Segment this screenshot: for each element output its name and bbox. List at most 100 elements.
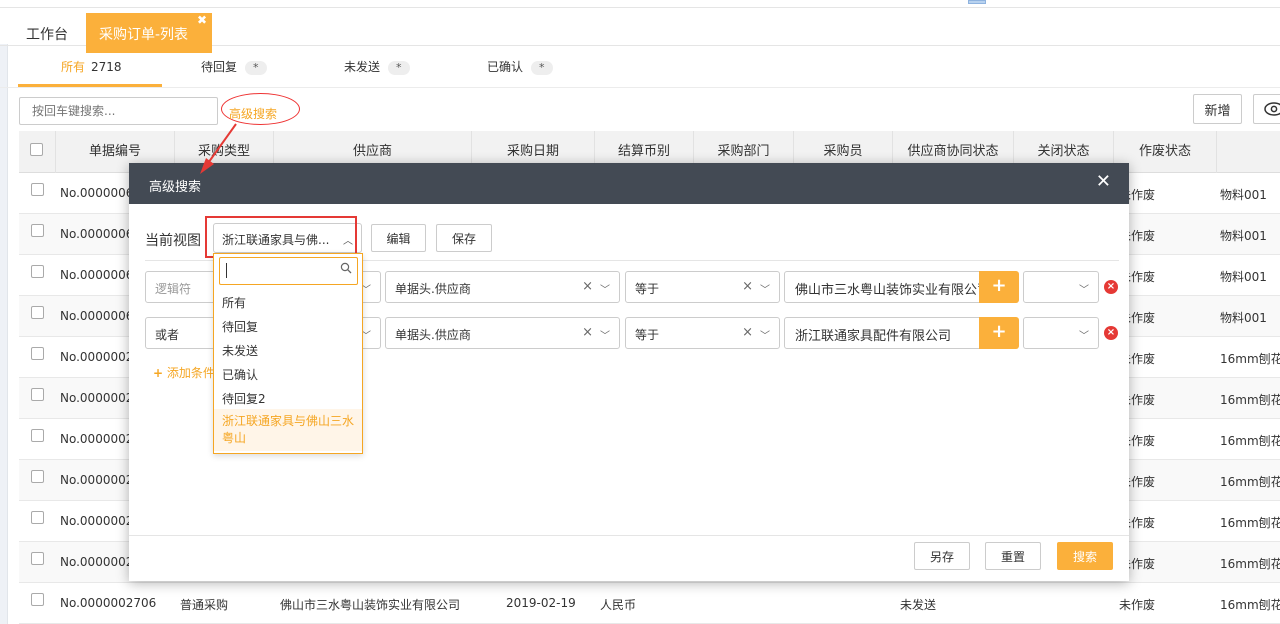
plus-icon[interactable]: + (979, 317, 1019, 349)
header-cell[interactable]: 作废状态 (1114, 131, 1217, 173)
row-checkbox[interactable] (31, 183, 44, 196)
extra-select[interactable]: ﹀ (1023, 271, 1099, 303)
clear-icon[interactable]: × (582, 325, 593, 340)
order-number[interactable]: No.00000061 (60, 268, 130, 282)
row-checkbox[interactable] (31, 224, 44, 237)
row-checkbox[interactable] (31, 511, 44, 524)
operator-select[interactable]: 等于 × ﹀ (625, 317, 780, 349)
operator-value: 等于 (635, 328, 660, 342)
view-toggle-button[interactable] (1253, 94, 1280, 124)
save-button[interactable]: 保存 (436, 224, 492, 252)
row-checkbox[interactable] (31, 388, 44, 401)
save-as-button[interactable]: 另存 (914, 542, 970, 570)
subtab-pending-reply[interactable]: 待回复 * (201, 58, 267, 75)
supplier: 佛山市三水粤山装饰实业有限公司 (280, 598, 461, 612)
material: 16mm刨花板 (1220, 434, 1280, 448)
add-condition-label: 添加条件 (166, 366, 215, 380)
subtab-count: 2718 (91, 60, 122, 74)
modal-title: 高级搜索 (149, 180, 202, 195)
extra-select[interactable]: ﹀ (1023, 317, 1099, 349)
material: 物料001 (1220, 270, 1267, 284)
plus-icon: + (153, 366, 164, 380)
row-checkbox[interactable] (31, 265, 44, 278)
subtab-confirmed[interactable]: 已确认 * (487, 58, 553, 75)
clear-icon[interactable]: × (742, 279, 753, 294)
material: 16mm刨花板 (1220, 393, 1280, 407)
subtab-unsent[interactable]: 未发送 * (344, 58, 410, 75)
left-sidebar-edge (0, 44, 8, 624)
order-number[interactable]: No.00000027 (60, 473, 130, 487)
order-number[interactable]: No.00000027 (60, 432, 130, 446)
subtab-label: 待回复 (201, 60, 238, 74)
chevron-down-icon: ﹀ (1079, 285, 1089, 296)
delete-icon[interactable]: × (1104, 280, 1118, 294)
subtab-label: 未发送 (344, 60, 381, 74)
material: 物料001 (1220, 311, 1267, 325)
add-condition-link[interactable]: + 添加条件 (153, 364, 215, 381)
row-checkbox[interactable] (31, 306, 44, 319)
advanced-search-link[interactable]: 高级搜索 (229, 105, 277, 122)
field-value: 单据头.供应商 (395, 328, 471, 342)
chevron-down-icon: ﹀ (760, 331, 770, 342)
clear-icon[interactable]: × (742, 325, 753, 340)
view-dropdown: 所有 待回复 未发送 已确认 待回复2 浙江联通家具与佛山三水粤山 (213, 253, 363, 454)
order-number[interactable]: No.00000027 (60, 514, 130, 528)
value-input[interactable]: 浙江联通家具配件有限公司 (784, 317, 980, 349)
material: 物料001 (1220, 188, 1267, 202)
modal-header: 高级搜索 ✕ (129, 163, 1129, 204)
reset-button[interactable]: 重置 (985, 542, 1041, 570)
edit-button[interactable]: 编辑 (371, 224, 426, 252)
advanced-search-modal: 高级搜索 ✕ 当前视图 浙江联通家具与佛... ︿ 编辑 保存 逻辑符 ﹀ 单据头… (129, 163, 1129, 581)
operator-select[interactable]: 等于 × ﹀ (625, 271, 780, 303)
annotation-highlight-box (205, 216, 357, 258)
order-number[interactable]: No.00000027 (60, 555, 130, 569)
order-number[interactable]: No.00000061 (60, 309, 130, 323)
chevron-down-icon: ﹀ (600, 331, 610, 342)
dropdown-item[interactable]: 待回复2 (222, 390, 266, 407)
row-checkbox[interactable] (31, 552, 44, 565)
search-button[interactable]: 搜索 (1057, 542, 1113, 570)
logic-value: 或者 (155, 328, 180, 342)
top-strip (0, 0, 1280, 8)
order-number[interactable]: No.00000061 (60, 227, 130, 241)
row-checkbox[interactable] (31, 429, 44, 442)
dropdown-item[interactable]: 已确认 (222, 366, 258, 383)
field-value: 单据头.供应商 (395, 282, 471, 296)
material: 16mm刨花板 (1220, 598, 1280, 612)
order-number[interactable]: No.0000002706 (60, 596, 156, 610)
row-checkbox[interactable] (31, 593, 44, 606)
order-number[interactable]: No.00000027 (60, 350, 130, 364)
chevron-down-icon: ﹀ (600, 285, 610, 296)
material: 16mm刨花板 (1220, 516, 1280, 530)
close-icon[interactable]: ✖ (197, 14, 209, 26)
dropdown-item-selected[interactable]: 浙江联通家具与佛山三水粤山 (214, 409, 362, 451)
chevron-down-icon: ﹀ (760, 285, 770, 296)
dropdown-item[interactable]: 所有 (222, 294, 246, 311)
close-icon[interactable]: ✕ (1096, 173, 1111, 191)
delete-icon[interactable]: × (1104, 326, 1118, 340)
search-input[interactable] (19, 97, 218, 125)
material: 物料001 (1220, 229, 1267, 243)
field-select[interactable]: 单据头.供应商 × ﹀ (385, 271, 620, 303)
active-tab-underline (18, 84, 162, 87)
select-all-checkbox[interactable] (30, 143, 43, 156)
text-caret (226, 263, 227, 278)
row-checkbox[interactable] (31, 347, 44, 360)
subtab-all[interactable]: 所有 2718 (61, 58, 122, 75)
plus-icon[interactable]: + (979, 271, 1019, 303)
dropdown-item[interactable]: 未发送 (222, 342, 258, 359)
clear-icon[interactable]: × (582, 279, 593, 294)
eye-icon (1264, 102, 1280, 116)
order-number[interactable]: No.00000061 (60, 186, 130, 200)
dropdown-item[interactable]: 待回复 (222, 318, 258, 335)
new-button[interactable]: 新增 (1193, 94, 1242, 124)
current-view-label: 当前视图 (145, 233, 201, 249)
table-row[interactable]: No.0000002706 普通采购 佛山市三水粤山装饰实业有限公司 2019-02-… (19, 583, 1280, 624)
purchase-type: 普通采购 (180, 598, 229, 612)
order-number[interactable]: No.00000027 (60, 391, 130, 405)
row-checkbox[interactable] (31, 470, 44, 483)
field-select[interactable]: 单据头.供应商 × ﹀ (385, 317, 620, 349)
tab-workbench[interactable]: 工作台 (26, 24, 68, 44)
value-input[interactable]: 佛山市三水粤山装饰实业有限公司 (784, 271, 980, 303)
dropdown-search-input[interactable] (219, 257, 358, 285)
